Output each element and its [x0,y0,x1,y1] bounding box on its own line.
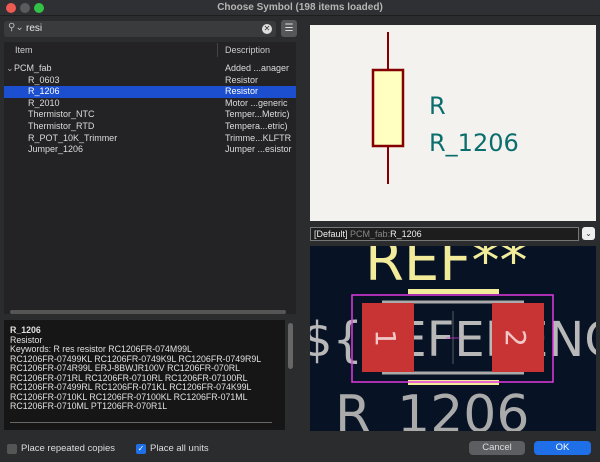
tree-row[interactable]: R_2010 Motor ...generic [4,98,296,110]
row-item: R_0603 [28,74,60,85]
cancel-button[interactable]: Cancel [469,441,525,455]
title-bar: Choose Symbol (198 items loaded) [0,0,600,16]
pad-2-number: 2 [499,329,532,347]
resistor-symbol: R R_1206 [371,32,519,184]
footprint-selector[interactable]: [Default] PCM_fab:R_1206 [310,227,579,241]
place-repeated-copies-label[interactable]: Place repeated copies [21,443,115,454]
tree-row[interactable]: R_1206 Resistor [4,86,296,98]
tree-row[interactable]: Thermistor_RTD Tempera...etric) [4,121,296,133]
footprint-value-text: R_1206 [335,385,529,431]
symbol-value: R_1206 [429,129,519,157]
details-name: R_1206 [10,325,41,335]
divider [10,421,272,423]
row-item: Thermistor_RTD [28,121,95,131]
sort-icon: ☰ [284,23,294,34]
footprint-dropdown-button[interactable]: ⌄ [582,227,595,240]
footprint-ref-text: REF** [365,246,528,294]
details-keywords-line: RC1206FR-0710ML PT1206FR-070R1L [10,401,168,411]
row-item: R_2010 [28,97,60,108]
symbol-preview: R R_1206 [310,25,596,221]
row-description: Jumper ...esistor [225,144,292,155]
tree-row[interactable]: Thermistor_NTC Temper...Metric) [4,109,296,121]
window-title: Choose Symbol (198 items loaded) [217,2,383,13]
place-all-units-checkbox[interactable]: ✓ [136,444,146,454]
row-item: R_POT_10K_Trimmer [28,132,118,143]
footprint-name: R_1206 [390,229,422,239]
chevron-down-icon[interactable]: ⌄ [6,63,14,75]
vertical-scrollbar[interactable] [288,323,293,369]
chevron-down-icon: ⌄ [585,229,592,238]
sort-button[interactable]: ☰ [281,20,297,37]
tree-row[interactable]: R_0603 Resistor [4,75,296,87]
pad-1-number: 1 [369,329,402,347]
row-item: Jumper_1206 [28,144,84,155]
tree-row[interactable]: R_POT_10K_Trimmer Trimme...KLFTR [4,133,296,145]
ok-button[interactable]: OK [534,441,591,455]
search-icon: ⚲⌄ [8,22,24,33]
search-value[interactable]: resi [26,23,42,34]
row-description: Tempera...etric) [225,121,288,131]
silkscreen-top [408,289,499,294]
row-description: Resistor [225,74,259,85]
row-item: R_1206 [28,86,60,97]
column-header-description[interactable]: Description [225,45,270,55]
column-header-item[interactable]: Item [15,45,33,55]
place-all-units-label[interactable]: Place all units [150,443,209,454]
clear-icon[interactable]: ✕ [262,24,272,34]
row-description: Added ...anager [225,63,290,73]
row-description: Resistor [225,86,259,97]
symbol-reference: R [429,92,446,120]
row-description: Trimme...KLFTR [225,132,292,143]
footprint-library: PCM_fab: [350,229,391,239]
row-item: PCM_fab [14,63,52,73]
tree-row[interactable]: Jumper_1206 Jumper ...esistor [4,144,296,156]
row-description: Temper...Metric) [225,109,290,120]
symbol-details: R_1206 Resistor Keywords: R res resistor… [4,320,285,430]
row-item: Thermistor_NTC [28,109,95,120]
place-repeated-copies-checkbox[interactable] [7,444,17,454]
row-description: Motor ...generic [225,97,288,108]
footprint-default-tag: [Default] [314,229,348,239]
search-input[interactable]: ⚲⌄ resi ✕ [4,21,276,37]
footprint-preview: REF** ${REFERENCE} 1 2 R_1206 [310,246,596,431]
column-divider[interactable] [217,43,218,57]
horizontal-scrollbar[interactable] [10,310,286,314]
symbol-tree[interactable]: Item Description ⌄ PCM_fab Added ...anager… [4,42,296,314]
tree-group[interactable]: ⌄ PCM_fab Added ...anager [4,63,296,75]
